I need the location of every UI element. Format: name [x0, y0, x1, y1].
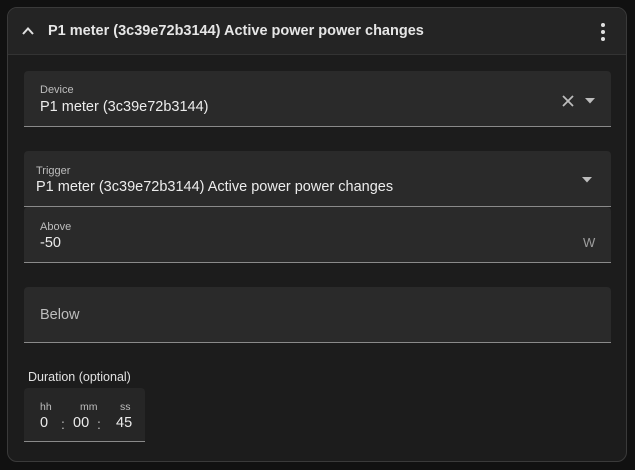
hours-label: hh: [40, 401, 52, 413]
time-separator: :: [61, 416, 65, 432]
below-input[interactable]: Below: [40, 307, 80, 323]
below-field[interactable]: Below: [24, 287, 611, 343]
seconds-input[interactable]: 45: [116, 415, 132, 431]
trigger-label: Trigger: [36, 165, 71, 177]
device-select[interactable]: Device P1 meter (3c39e72b3144): [24, 71, 611, 127]
above-field[interactable]: Above -50 W: [24, 207, 611, 263]
duration-label: Duration (optional): [28, 370, 131, 384]
trigger-value: P1 meter (3c39e72b3144) Active power pow…: [36, 179, 394, 195]
seconds-label: ss: [120, 401, 131, 413]
chevron-up-icon[interactable]: [21, 25, 35, 37]
chevron-down-icon[interactable]: [585, 98, 595, 104]
above-unit: W: [583, 235, 596, 250]
time-separator: :: [97, 416, 101, 432]
above-input[interactable]: -50: [40, 235, 61, 251]
trigger-select[interactable]: Trigger P1 meter (3c39e72b3144) Active p…: [24, 151, 611, 207]
device-label: Device: [40, 84, 74, 96]
trigger-card: P1 meter (3c39e72b3144) Active power pow…: [7, 7, 627, 462]
hours-input[interactable]: 0: [40, 415, 48, 431]
minutes-label: mm: [80, 401, 98, 413]
chevron-down-icon[interactable]: [582, 177, 592, 183]
above-label: Above: [40, 221, 72, 233]
device-value: P1 meter (3c39e72b3144): [40, 99, 209, 115]
duration-input[interactable]: hh mm ss 0 : 00 : 45: [24, 388, 145, 442]
dots-vertical-icon[interactable]: [595, 21, 611, 43]
close-icon[interactable]: [561, 94, 575, 108]
minutes-input[interactable]: 00: [73, 415, 89, 431]
card-header[interactable]: P1 meter (3c39e72b3144) Active power pow…: [8, 8, 626, 55]
card-title: P1 meter (3c39e72b3144) Active power pow…: [48, 23, 424, 39]
